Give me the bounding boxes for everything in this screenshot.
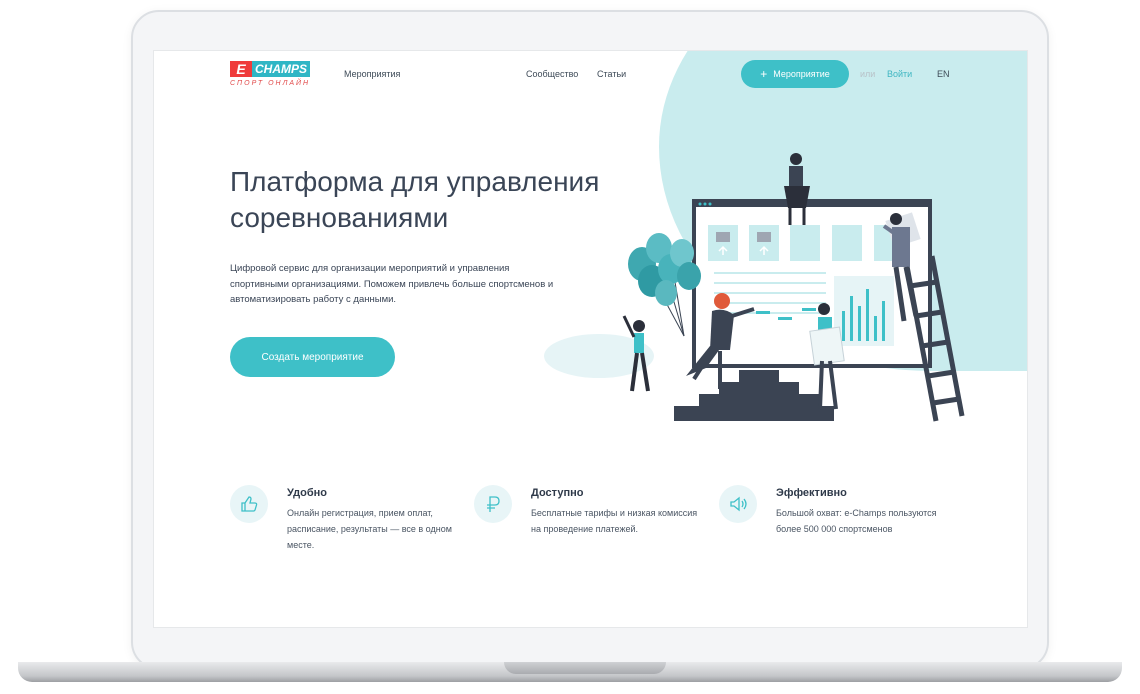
feature-affordable: Доступно Бесплатные тарифы и низкая коми… bbox=[474, 485, 704, 565]
or-text: или bbox=[860, 69, 876, 79]
nav-link-community[interactable]: Сообщество bbox=[526, 69, 578, 79]
laptop-screen: E CHAMPS СПОРТ ОНЛАЙН Мероприятия Сообще… bbox=[153, 50, 1028, 628]
add-event-button[interactable]: + Мероприятие bbox=[741, 60, 849, 88]
hero-description: Цифровой сервис для организации мероприя… bbox=[230, 263, 554, 305]
nav-link-events[interactable]: Мероприятия bbox=[344, 69, 400, 79]
feature-text: Онлайн регистрация, прием оплат, расписа… bbox=[287, 508, 452, 550]
logo-subtitle: СПОРТ ОНЛАЙН bbox=[230, 80, 311, 87]
megaphone-icon bbox=[719, 485, 757, 523]
nav-link-articles[interactable]: Статьи bbox=[597, 69, 626, 79]
feature-text: Бесплатные тарифы и низкая комиссия на п… bbox=[531, 508, 698, 534]
feature-text: Большой охват: e-Champs пользуются более… bbox=[776, 508, 937, 534]
feature-title: Удобно bbox=[287, 487, 328, 499]
logo[interactable]: E CHAMPS СПОРТ ОНЛАЙН bbox=[230, 61, 311, 91]
laptop-notch bbox=[504, 662, 666, 674]
language-switch[interactable]: EN bbox=[937, 69, 950, 79]
plus-icon: + bbox=[760, 67, 768, 81]
stairs bbox=[644, 370, 834, 421]
feature-title: Доступно bbox=[531, 487, 584, 499]
ruble-icon bbox=[474, 485, 512, 523]
feature-convenient: Удобно Онлайн регистрация, прием оплат, … bbox=[230, 485, 460, 565]
logo-mark: E bbox=[230, 61, 252, 77]
feature-effective: Эффективно Большой охват: e-Champs польз… bbox=[719, 485, 949, 565]
create-event-button[interactable]: Создать мероприятие bbox=[230, 337, 395, 377]
hero-illustration bbox=[544, 153, 965, 422]
feature-title: Эффективно bbox=[776, 487, 847, 499]
thumbs-up-icon bbox=[230, 485, 268, 523]
login-link[interactable]: Войти bbox=[887, 69, 912, 79]
logo-badge: E CHAMPS bbox=[230, 61, 311, 77]
add-event-label: Мероприятие bbox=[773, 69, 830, 79]
logo-name: CHAMPS bbox=[252, 61, 311, 77]
